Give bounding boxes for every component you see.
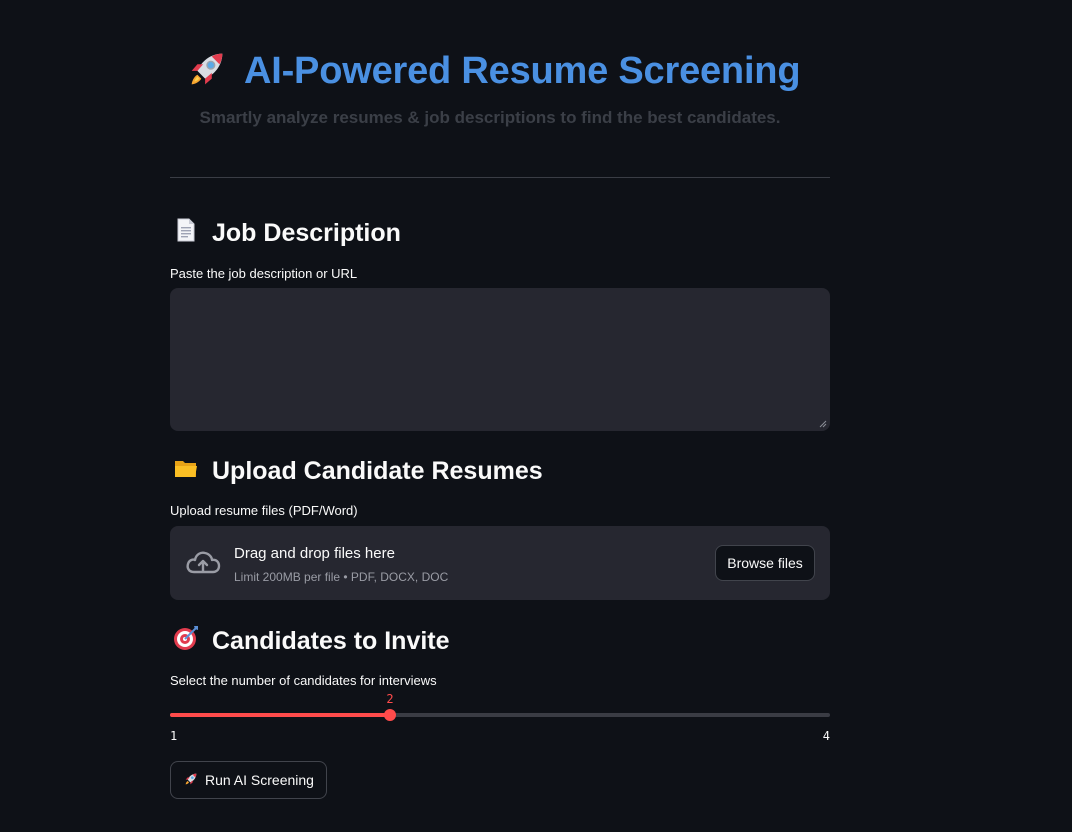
folder-icon [172, 454, 200, 489]
candidates-heading: Candidates to Invite [172, 624, 450, 659]
run-ai-screening-button[interactable]: Run AI Screening [170, 761, 327, 799]
upload-limit-text: Limit 200MB per file • PDF, DOCX, DOC [234, 570, 449, 584]
browse-files-button[interactable]: Browse files [715, 545, 815, 581]
rocket-icon [183, 771, 199, 790]
run-button-label: Run AI Screening [205, 772, 314, 788]
candidates-heading-text: Candidates to Invite [212, 627, 450, 655]
candidates-slider-label: Select the number of candidates for inte… [170, 673, 437, 688]
slider-min-label: 1 [170, 729, 178, 743]
file-dropzone[interactable]: Drag and drop files here Limit 200MB per… [170, 526, 830, 600]
slider-current-value: 2 [386, 692, 394, 706]
job-description-label: Paste the job description or URL [170, 266, 358, 281]
document-icon [172, 216, 200, 251]
page-title: AI-Powered Resume Screening [244, 50, 801, 92]
slider-fill [170, 713, 390, 717]
job-description-heading: Job Description [172, 216, 401, 251]
rocket-icon [184, 46, 230, 97]
slider-max-label: 4 [822, 729, 830, 743]
drag-drop-text: Drag and drop files here [234, 545, 395, 562]
page-subtitle: Smartly analyze resumes & job descriptio… [199, 108, 781, 127]
upload-heading: Upload Candidate Resumes [172, 454, 543, 489]
job-description-heading-text: Job Description [212, 219, 401, 247]
slider-thumb[interactable] [384, 709, 396, 721]
upload-heading-text: Upload Candidate Resumes [212, 457, 543, 485]
upload-label: Upload resume files (PDF/Word) [170, 503, 358, 518]
job-description-input[interactable] [170, 288, 830, 431]
target-icon [172, 624, 200, 659]
title-row: AI-Powered Resume Screening [184, 46, 801, 97]
divider [170, 177, 830, 178]
candidates-slider[interactable] [170, 705, 830, 725]
